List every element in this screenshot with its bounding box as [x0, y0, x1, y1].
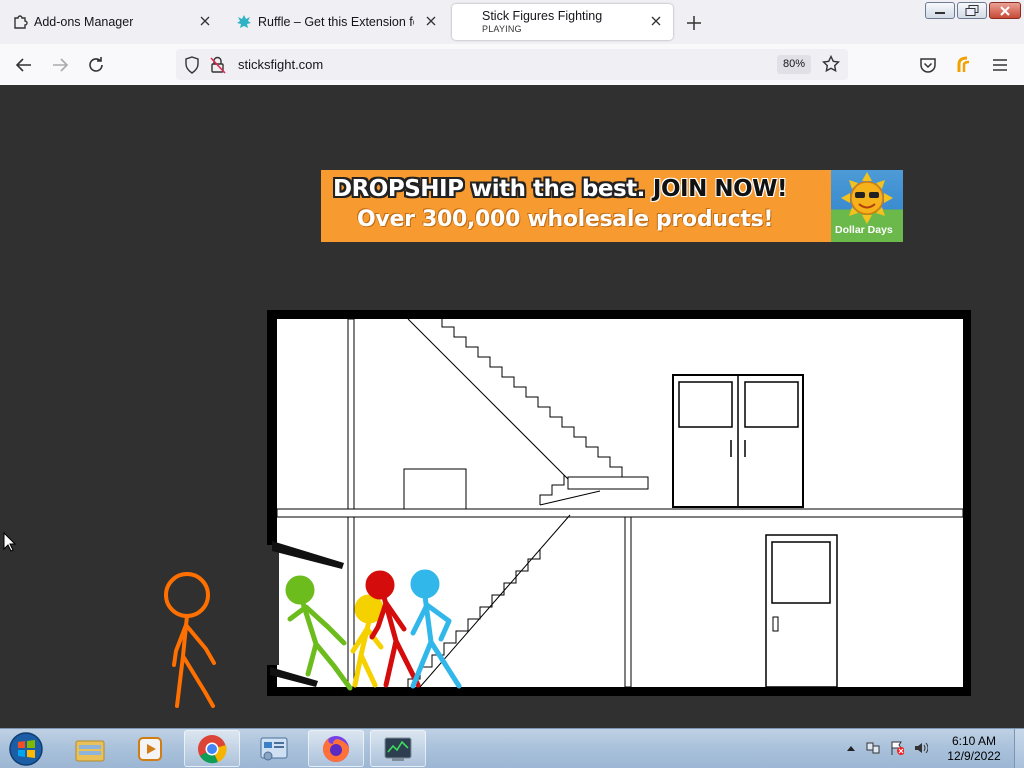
- zoom-level-badge[interactable]: 80%: [777, 55, 812, 74]
- windows-taskbar: 6:10 AM 12/9/2022: [0, 728, 1024, 768]
- reload-icon: [89, 57, 103, 72]
- taskbar-media-player[interactable]: [122, 730, 178, 767]
- back-button[interactable]: [14, 55, 34, 75]
- close-icon: [1000, 5, 1010, 16]
- close-tab-icon[interactable]: [424, 14, 438, 28]
- media-player-icon: [138, 736, 162, 761]
- forward-button[interactable]: [50, 55, 70, 75]
- lower-door: [765, 534, 838, 688]
- tab-stick-figures-fighting[interactable]: Stick Figures Fighting PLAYING: [452, 4, 673, 40]
- stick-figure-orange: [164, 572, 216, 708]
- start-button[interactable]: [2, 730, 50, 767]
- tray-volume[interactable]: [914, 741, 928, 755]
- tab-strip: Add-ons Manager Ruffle – Get this Extens…: [0, 0, 1024, 44]
- url-text[interactable]: sticksfight.com: [238, 57, 323, 72]
- new-tab-button[interactable]: [684, 13, 704, 33]
- navigation-toolbar: sticksfight.com 80%: [0, 44, 1024, 86]
- plus-icon: [687, 16, 701, 30]
- ruffle-extension-button[interactable]: [954, 55, 974, 75]
- taskbar-clock[interactable]: 6:10 AM 12/9/2022: [936, 734, 1012, 764]
- clock-date: 12/9/2022: [947, 749, 1001, 763]
- taskbar-explorer[interactable]: [62, 730, 118, 767]
- chevron-up-icon: [847, 746, 855, 751]
- tracking-protection-button[interactable]: [182, 55, 202, 75]
- crate: [403, 468, 467, 510]
- ruffle-icon: [236, 14, 252, 30]
- tab-title: Stick Figures Fighting: [482, 9, 603, 23]
- taskbar-task-manager[interactable]: [370, 730, 426, 767]
- tab-addons-manager[interactable]: Add-ons Manager: [0, 4, 222, 40]
- minimize-button[interactable]: [925, 2, 955, 19]
- tab-playing-indicator: PLAYING: [482, 24, 522, 34]
- network-icon: [866, 742, 880, 754]
- upper-double-door: [672, 374, 804, 508]
- tray-flag[interactable]: [890, 741, 904, 755]
- close-tab-icon[interactable]: [649, 14, 663, 28]
- restore-icon: [965, 5, 979, 16]
- app-menu-button[interactable]: [990, 55, 1010, 75]
- back-arrow-icon: [15, 58, 31, 72]
- reload-button[interactable]: [86, 55, 106, 75]
- game-canvas[interactable]: [0, 85, 1024, 728]
- action-center-flag-icon: [891, 741, 904, 755]
- lock-slash-icon: [210, 56, 226, 74]
- chrome-icon: [198, 734, 227, 763]
- control-panel-icon: [260, 737, 288, 760]
- hamburger-menu-icon: [993, 59, 1007, 71]
- forward-arrow-icon: [53, 58, 69, 72]
- address-bar[interactable]: sticksfight.com 80%: [176, 49, 848, 80]
- restore-button[interactable]: [957, 2, 987, 19]
- speaker-icon: [915, 742, 928, 754]
- ruffle-extension-icon: [957, 56, 970, 72]
- tab-title: Ruffle – Get this Extension for 🦊: [258, 14, 414, 29]
- puzzle-icon: [12, 14, 28, 30]
- taskbar-chrome[interactable]: [184, 730, 240, 767]
- tab-ruffle[interactable]: Ruffle – Get this Extension for 🦊: [224, 4, 448, 40]
- tray-action-center[interactable]: [866, 741, 880, 755]
- show-desktop-button[interactable]: [1014, 729, 1024, 768]
- bookmark-star-icon: [822, 55, 840, 73]
- windows-explorer-icon: [75, 740, 105, 761]
- pocket-button[interactable]: [918, 55, 938, 75]
- minimize-icon: [935, 11, 945, 14]
- site-info-button[interactable]: [208, 55, 228, 75]
- page-content: DROPSHIP with the best. JOIN NOW! Over 30…: [0, 85, 1024, 728]
- tab-title: Add-ons Manager: [34, 15, 134, 29]
- taskbar-firefox[interactable]: [308, 730, 364, 767]
- task-manager-icon: [384, 737, 412, 761]
- shield-icon: [185, 56, 199, 74]
- firefox-icon: [323, 735, 349, 762]
- close-tab-icon[interactable]: [198, 14, 212, 28]
- mouse-cursor-icon: [3, 531, 17, 552]
- start-orb-icon: [9, 731, 43, 766]
- pocket-icon: [920, 58, 936, 73]
- bookmark-button[interactable]: [821, 54, 841, 74]
- taskbar-control-panel[interactable]: [246, 730, 302, 767]
- show-hidden-icons-button[interactable]: [844, 741, 858, 755]
- clock-time: 6:10 AM: [951, 734, 997, 748]
- close-window-button[interactable]: [989, 2, 1021, 19]
